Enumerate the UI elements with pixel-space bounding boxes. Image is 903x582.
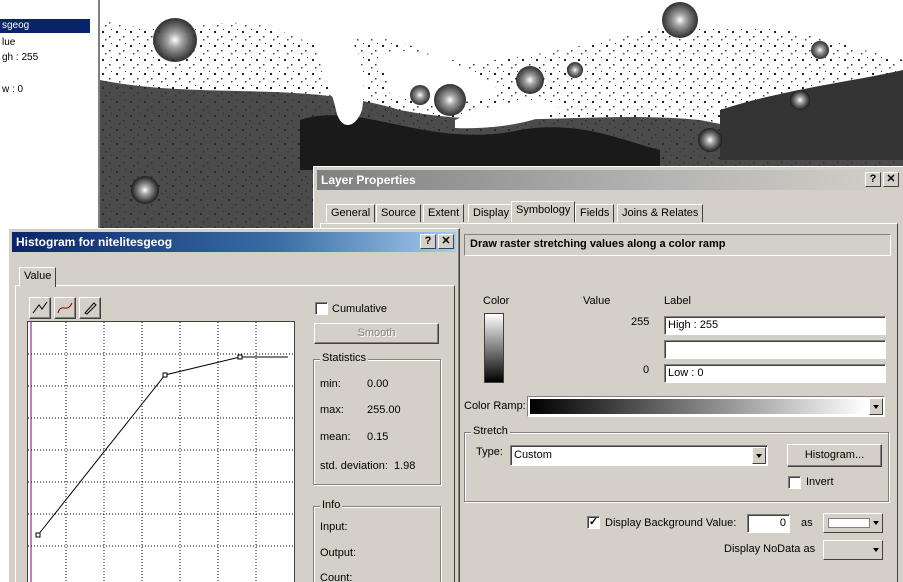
table-of-contents: sgeog lue gh : 255 w : 0 (0, 0, 100, 230)
tab-source[interactable]: Source (376, 204, 421, 222)
close-button[interactable]: ✕ (883, 172, 899, 187)
mid-label-field[interactable] (664, 340, 886, 359)
chevron-down-icon (873, 548, 879, 552)
tab-display[interactable]: Display (468, 204, 515, 222)
tab-joins-relates[interactable]: Joins & Relates (617, 204, 704, 222)
toc-value-label: lue (2, 37, 16, 48)
info-count-label: Count: (320, 572, 353, 582)
toc-low-label: w : 0 (2, 84, 24, 95)
color-swatch[interactable] (484, 313, 504, 383)
layer-properties-titlebar[interactable]: Layer Properties ? ✕ (317, 170, 901, 190)
stretch-type-select[interactable]: Custom (510, 445, 768, 466)
stat-mean-label: mean: (320, 431, 351, 443)
high-value: 255 (631, 316, 650, 328)
smooth-button[interactable]: Smooth (314, 323, 439, 344)
stat-stddev-label: std. deviation: (320, 460, 388, 472)
histogram-titlebar[interactable]: Histogram for nitelitesgeog ? ✕ (12, 232, 456, 252)
tab-fields[interactable]: Fields (575, 204, 615, 222)
stretch-graph[interactable] (27, 321, 295, 582)
stat-mean-value: 0.15 (367, 431, 389, 443)
linear-tool-icon[interactable] (29, 297, 51, 319)
layer-properties-tabs: General Source Extent Display Symbology … (326, 201, 886, 224)
tab-symbology[interactable]: Symbology (511, 201, 576, 222)
type-label: Type: (476, 446, 503, 458)
stat-max-value: 255.00 (367, 404, 401, 416)
low-label-field[interactable]: Low : 0 (664, 364, 886, 383)
col-color-header: Color (483, 295, 510, 307)
high-label-field[interactable]: High : 255 (664, 316, 886, 335)
info-input-label: Input: (320, 521, 348, 533)
info-output-label: Output: (320, 547, 357, 559)
chevron-down-icon[interactable] (752, 447, 766, 464)
stat-stddev-value: 1.98 (394, 460, 416, 472)
tab-general[interactable]: General (326, 204, 376, 222)
display-background-checkbox[interactable]: ✓ (587, 516, 600, 529)
color-ramp-preview (530, 399, 866, 414)
pencil-icon[interactable] (79, 297, 101, 319)
tab-value[interactable]: Value (19, 267, 57, 287)
color-ramp-dropdown[interactable] (527, 396, 885, 417)
stretch-type-value: Custom (514, 449, 552, 461)
col-value-header: Value (583, 295, 611, 307)
tab-extent[interactable]: Extent (423, 204, 465, 222)
statistics-title: Statistics (320, 352, 369, 364)
histogram-title: Histogram for nitelitesgeog (16, 235, 173, 249)
background-color-picker[interactable] (823, 513, 883, 533)
help-button[interactable]: ? (420, 234, 436, 249)
chevron-down-icon (873, 521, 879, 525)
curve-tool-icon[interactable] (54, 297, 76, 319)
toc-high-label: gh : 255 (2, 52, 39, 63)
help-button[interactable]: ? (865, 172, 881, 187)
toc-layer-name[interactable]: sgeog (0, 19, 90, 33)
stat-min-value: 0.00 (367, 378, 389, 390)
stat-min-label: min: (320, 378, 341, 390)
histogram-button[interactable]: Histogram... (787, 444, 882, 467)
nodata-color-picker[interactable] (823, 540, 883, 560)
info-title: Info (320, 499, 343, 511)
cumulative-checkbox[interactable] (315, 302, 328, 315)
nodata-label: Display NoData as (724, 543, 816, 555)
layer-properties-title: Layer Properties (321, 173, 416, 187)
close-button[interactable]: ✕ (438, 234, 454, 249)
background-value-field[interactable]: 0 (747, 514, 790, 533)
stretch-group-title: Stretch (471, 425, 510, 437)
symbology-heading: Draw raster stretching values along a co… (470, 238, 726, 250)
low-value: 0 (643, 364, 650, 376)
background-color-swatch (828, 518, 870, 528)
display-background-label: Display Background Value: (605, 517, 737, 529)
histogram-dialog: Histogram for nitelitesgeog ? ✕ Value Cu… (8, 228, 460, 582)
stretch-curve (28, 322, 294, 582)
cumulative-label: Cumulative (332, 303, 388, 315)
stat-max-label: max: (320, 404, 344, 416)
symbology-heading-box: Draw raster stretching values along a co… (464, 234, 891, 256)
chevron-down-icon[interactable] (869, 398, 883, 415)
stretch-group: Stretch (464, 425, 889, 502)
invert-label: Invert (806, 476, 834, 488)
invert-checkbox[interactable] (788, 476, 801, 489)
col-label-header: Label (664, 295, 691, 307)
color-ramp-label: Color Ramp: (464, 400, 526, 412)
info-group: Info (313, 499, 441, 582)
as-label: as (801, 517, 813, 529)
